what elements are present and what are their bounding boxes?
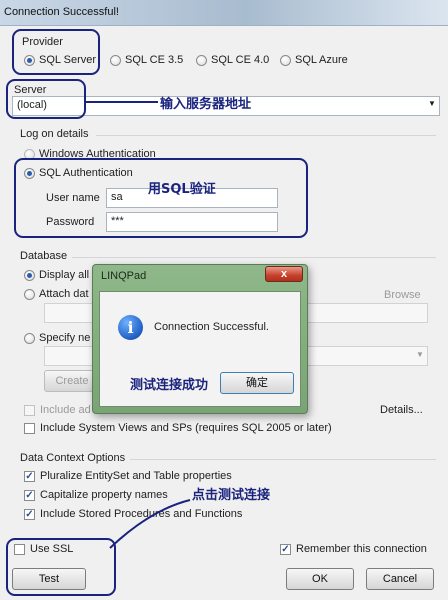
- browse-link[interactable]: Browse: [384, 289, 421, 301]
- ok-button[interactable]: OK: [286, 568, 354, 590]
- include-system-label: Include System Views and SPs (requires S…: [40, 422, 332, 434]
- specify-radio[interactable]: [24, 333, 35, 344]
- info-icon: i: [118, 315, 143, 340]
- provider-option-sqlce40: SQL CE 4.0: [211, 54, 270, 66]
- logon-group-line: [96, 135, 436, 136]
- context-group-line: [130, 459, 436, 460]
- provider-radio-sqlce40[interactable]: [196, 55, 207, 66]
- logon-group-label: Log on details: [20, 128, 89, 140]
- provider-option-sqlazure: SQL Azure: [295, 54, 348, 66]
- include-system-checkbox[interactable]: [24, 423, 35, 434]
- popup-ok-button[interactable]: 确定: [220, 372, 294, 394]
- close-icon[interactable]: x: [265, 266, 303, 282]
- sql-auth-annotation: 用SQL验证: [148, 182, 216, 197]
- cancel-button[interactable]: Cancel: [366, 568, 434, 590]
- test-highlight: [6, 538, 116, 596]
- attach-radio[interactable]: [24, 289, 35, 300]
- details-link[interactable]: Details...: [380, 404, 423, 416]
- capitalize-checkbox[interactable]: ✓: [24, 490, 35, 501]
- pluralize-checkbox[interactable]: ✓: [24, 471, 35, 482]
- window-title: Connection Successful!: [4, 6, 119, 18]
- include-procs-checkbox[interactable]: ✓: [24, 509, 35, 520]
- popup-message: Connection Successful.: [154, 321, 269, 333]
- remember-label: Remember this connection: [296, 543, 427, 555]
- server-annotation: 输入服务器地址: [160, 97, 252, 112]
- include-ad-checkbox[interactable]: [24, 405, 35, 416]
- ok-button-label: OK: [312, 573, 328, 585]
- display-all-radio[interactable]: [24, 270, 35, 281]
- context-group-label: Data Context Options: [20, 452, 126, 464]
- include-ad-label: Include ad: [40, 404, 91, 416]
- provider-highlight: [12, 29, 100, 75]
- chevron-down-icon[interactable]: ▼: [428, 99, 436, 108]
- database-group-label: Database: [20, 250, 68, 262]
- sql-auth-highlight: [14, 158, 308, 238]
- popup-ok-label: 确定: [246, 377, 268, 389]
- popup-title: LINQPad: [101, 270, 147, 282]
- database-group-line: [72, 257, 436, 258]
- pluralize-label: Pluralize EntitySet and Table properties: [40, 470, 232, 482]
- provider-radio-sqlazure[interactable]: [280, 55, 291, 66]
- remember-checkbox[interactable]: ✓: [280, 544, 291, 555]
- attach-label: Attach dat: [39, 288, 89, 300]
- server-highlight: [6, 79, 86, 119]
- cancel-button-label: Cancel: [382, 573, 418, 585]
- display-all-label: Display all: [39, 269, 90, 281]
- provider-radio-sqlce35[interactable]: [110, 55, 121, 66]
- server-callout-line: [86, 101, 158, 103]
- provider-option-sqlce35: SQL CE 3.5: [125, 54, 184, 66]
- create-button-label: Create: [55, 375, 89, 387]
- specify-chevron-down-icon[interactable]: ▼: [416, 350, 424, 359]
- test-success-annotation: 测试连接成功: [130, 378, 209, 393]
- window-titlebar: Connection Successful!: [0, 0, 448, 26]
- specify-label: Specify ne: [39, 332, 91, 344]
